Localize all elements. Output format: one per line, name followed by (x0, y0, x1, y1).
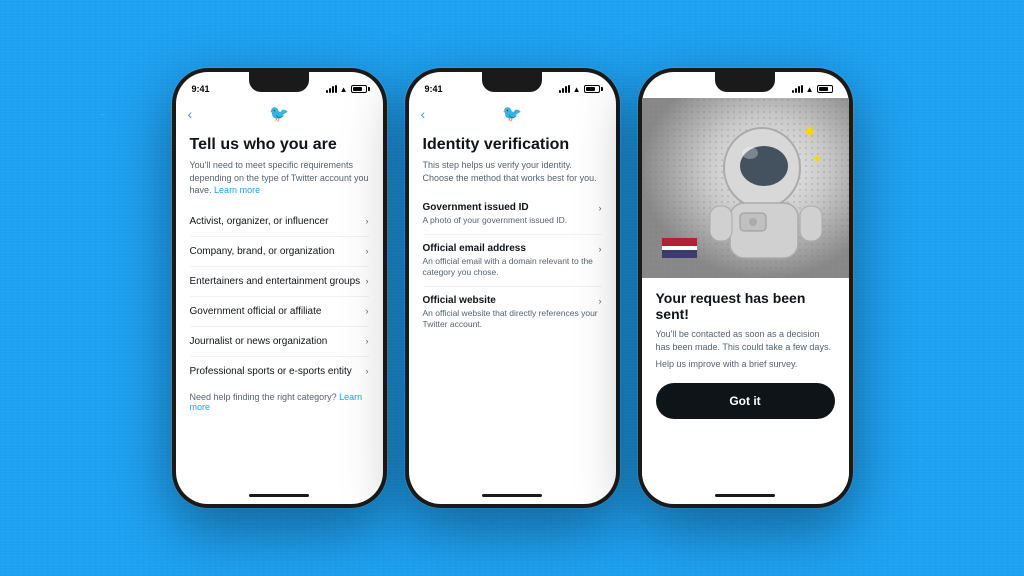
status-bar-1: 9:41 ▲ (176, 72, 383, 98)
menu-item-activist[interactable]: Activist, organizer, or influencer › (190, 207, 369, 237)
help-text-1: Need help finding the right category? Le… (190, 392, 369, 412)
home-indicator-2 (482, 494, 542, 497)
learn-more-link-1[interactable]: Learn more (214, 185, 260, 195)
menu-item-government[interactable]: Government official or affiliate › (190, 297, 369, 327)
astronaut-background: ✦ ✦ (642, 98, 849, 278)
verification-email-header: Official email address › (423, 243, 602, 254)
phone-body-2: Identity verification This step helps us… (409, 130, 616, 486)
phone-3: 9:41 ▲ (638, 68, 853, 508)
chevron-gov: › (599, 203, 602, 213)
svg-text:✦: ✦ (802, 122, 817, 142)
phone-body-1: Tell us who you are You'll need to meet … (176, 130, 383, 486)
bar4-p3 (801, 85, 803, 93)
chevron-entertainers: › (366, 276, 369, 286)
home-indicator-3 (715, 494, 775, 497)
status-icons-2: ▲ (559, 85, 600, 94)
back-button-2[interactable]: ‹ (421, 106, 426, 122)
time-3: 9:41 (658, 84, 676, 94)
verification-gov-id-header: Government issued ID › (423, 202, 602, 213)
nav-bar-1: ‹ 🐦 (176, 98, 383, 130)
wifi-icon-2: ▲ (573, 85, 581, 94)
bottom-bar-3 (642, 486, 849, 504)
bar3-p2 (565, 86, 567, 93)
screen-subtitle-2: This step helps us verify your identity.… (423, 159, 602, 184)
screen-title-2: Identity verification (423, 136, 602, 154)
chevron-website: › (599, 296, 602, 306)
battery-fill-2 (586, 87, 596, 91)
twitter-logo-2: 🐦 (502, 104, 522, 124)
astronaut-image: ✦ ✦ (642, 98, 849, 278)
bar1-p3 (792, 90, 794, 93)
phone-2: 9:41 ▲ ‹ 🐦 Identity verificatio (405, 68, 620, 508)
bar1 (326, 90, 328, 93)
wifi-icon-1: ▲ (340, 85, 348, 94)
home-indicator-1 (249, 494, 309, 497)
screen-3: ✦ ✦ Your request has been sent! You'll b… (642, 98, 849, 486)
bar2-p2 (562, 88, 564, 93)
verification-gov-id[interactable]: Government issued ID › A photo of your g… (423, 194, 602, 235)
bottom-bar-1 (176, 486, 383, 504)
signal-bars-2 (559, 85, 570, 93)
status-bar-2: 9:41 ▲ (409, 72, 616, 98)
chevron-company: › (366, 246, 369, 256)
verification-website[interactable]: Official website › An official website t… (423, 287, 602, 338)
screen-title-1: Tell us who you are (190, 136, 369, 154)
request-survey: Help us improve with a brief survey. (656, 359, 835, 369)
nav-bar-2: ‹ 🐦 (409, 98, 616, 130)
menu-item-company[interactable]: Company, brand, or organization › (190, 237, 369, 267)
bar3-p3 (798, 86, 800, 93)
request-desc: You'll be contacted as soon as a decisio… (656, 328, 835, 353)
status-bar-3: 9:41 ▲ (642, 72, 849, 98)
back-button-1[interactable]: ‹ (188, 106, 193, 122)
battery-icon-3 (817, 85, 833, 93)
battery-fill-1 (353, 87, 363, 91)
phone-1: 9:41 ▲ ‹ 🐦 Tell us who you are (172, 68, 387, 508)
menu-item-entertainers[interactable]: Entertainers and entertainment groups › (190, 267, 369, 297)
bottom-bar-2 (409, 486, 616, 504)
got-it-button[interactable]: Got it (656, 383, 835, 419)
wifi-icon-3: ▲ (806, 85, 814, 94)
svg-text:✦: ✦ (812, 152, 822, 166)
signal-bars-3 (792, 85, 803, 93)
astronaut-svg: ✦ ✦ (642, 98, 849, 278)
bar2 (329, 88, 331, 93)
menu-list-1: Activist, organizer, or influencer › Com… (190, 207, 369, 386)
battery-icon-1 (351, 85, 367, 93)
bar3 (332, 86, 334, 93)
chevron-activist: › (366, 216, 369, 226)
status-icons-1: ▲ (326, 85, 367, 94)
screen-subtitle-1: You'll need to meet specific requirement… (190, 159, 369, 197)
screen-1: ‹ 🐦 Tell us who you are You'll need to m… (176, 98, 383, 486)
bar4 (335, 85, 337, 93)
menu-item-sports[interactable]: Professional sports or e-sports entity › (190, 357, 369, 386)
bar1-p2 (559, 90, 561, 93)
chevron-government: › (366, 306, 369, 316)
signal-bars-1 (326, 85, 337, 93)
chevron-journalist: › (366, 336, 369, 346)
bar2-p3 (795, 88, 797, 93)
request-title: Your request has been sent! (656, 290, 835, 322)
twitter-logo-1: 🐦 (269, 104, 289, 124)
time-2: 9:41 (425, 84, 443, 94)
battery-icon-2 (584, 85, 600, 93)
request-body: Your request has been sent! You'll be co… (642, 278, 849, 486)
verification-list: Government issued ID › A photo of your g… (423, 194, 602, 338)
time-1: 9:41 (192, 84, 210, 94)
status-icons-3: ▲ (792, 85, 833, 94)
bar4-p2 (568, 85, 570, 93)
chevron-email: › (599, 244, 602, 254)
screen-2: ‹ 🐦 Identity verification This step help… (409, 98, 616, 486)
menu-item-journalist[interactable]: Journalist or news organization › (190, 327, 369, 357)
battery-fill-3 (819, 87, 829, 91)
chevron-sports: › (366, 366, 369, 376)
verification-email[interactable]: Official email address › An official ema… (423, 235, 602, 287)
verification-website-header: Official website › (423, 295, 602, 306)
